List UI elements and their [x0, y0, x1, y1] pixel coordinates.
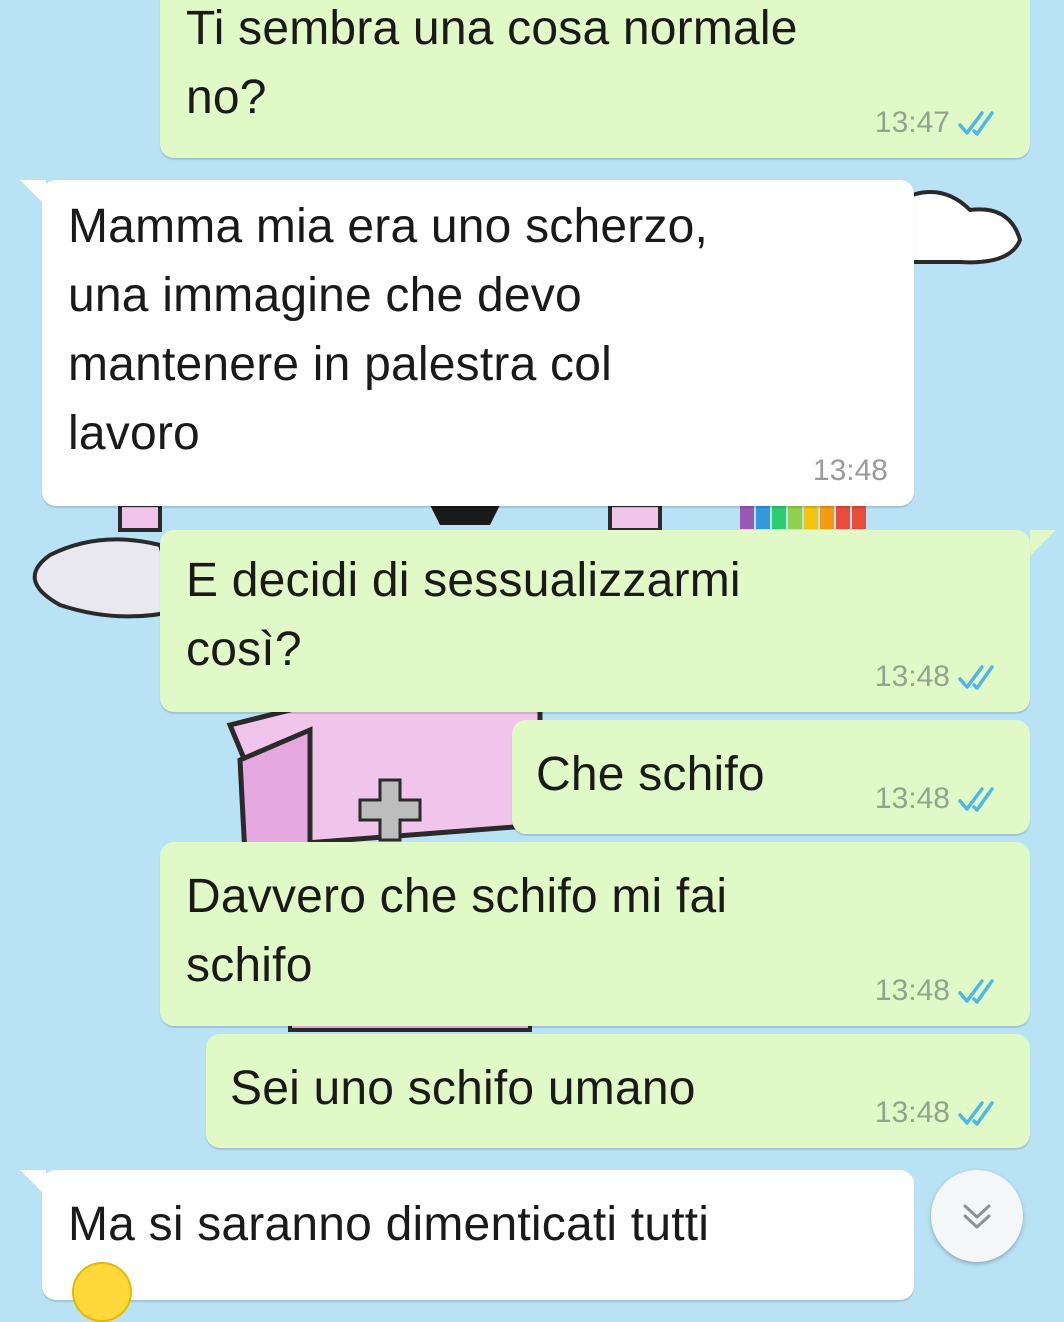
message-meta: 13:48 [875, 1096, 1004, 1130]
console-screen-doodle [430, 505, 500, 525]
message-text: Ti sembra una cosa normale no? [186, 2, 798, 124]
message-meta: 13:48 [875, 660, 1004, 694]
double-check-icon [958, 787, 994, 812]
message-bubble-outgoing[interactable]: Davvero che schifo mi fai schifo 13:48 [160, 842, 1030, 1026]
chevron-double-down-icon [963, 1204, 991, 1229]
double-check-icon [958, 665, 994, 690]
message-meta: 13:48 [813, 454, 888, 488]
console-corner-doodle [118, 503, 162, 532]
message-bubble-outgoing[interactable]: Che schifo 13:48 [512, 720, 1030, 834]
message-time: 13:48 [874, 1096, 950, 1129]
message-time: 13:48 [874, 660, 950, 693]
message-text: E decidi di sessualizzarmi così? [186, 554, 741, 676]
double-check-icon [958, 979, 994, 1004]
message-bubble-outgoing[interactable]: Sei uno schifo umano 13:48 [206, 1034, 1030, 1148]
message-time: 13:47 [874, 106, 950, 139]
cloud-doodle [32, 537, 183, 619]
message-text: Davvero che schifo mi fai schifo [186, 870, 728, 992]
message-meta: 13:47 [875, 106, 1004, 140]
bubble-tail [1030, 530, 1056, 556]
message-time: 13:48 [874, 974, 950, 1007]
message-text: Ma si saranno dimenticati tutti [68, 1198, 710, 1251]
message-meta: 13:48 [875, 974, 1004, 1008]
console-corner-doodle [608, 503, 662, 532]
message-meta: 13:48 [875, 782, 1004, 816]
rainbow-doodle [740, 505, 866, 529]
message-bubble-incoming[interactable]: Ma si saranno dimenticati tutti [42, 1170, 914, 1300]
message-text: Mamma mia era uno scherzo, una immagine … [68, 200, 709, 460]
message-time: 13:48 [812, 454, 888, 487]
scroll-to-bottom-button[interactable] [931, 1170, 1023, 1262]
message-text: Sei uno schifo umano [230, 1062, 696, 1115]
slightly-smiling-face-icon [72, 1262, 132, 1322]
double-check-icon [958, 1101, 994, 1126]
message-text: Che schifo [536, 748, 765, 801]
message-time: 13:48 [874, 782, 950, 815]
message-bubble-outgoing[interactable]: E decidi di sessualizzarmi così? 13:48 [160, 530, 1030, 712]
message-bubble-outgoing[interactable]: Ti sembra una cosa normale no? 13:47 [160, 0, 1030, 158]
double-check-icon [958, 111, 994, 136]
message-bubble-incoming[interactable]: Mamma mia era uno scherzo, una immagine … [42, 180, 914, 506]
